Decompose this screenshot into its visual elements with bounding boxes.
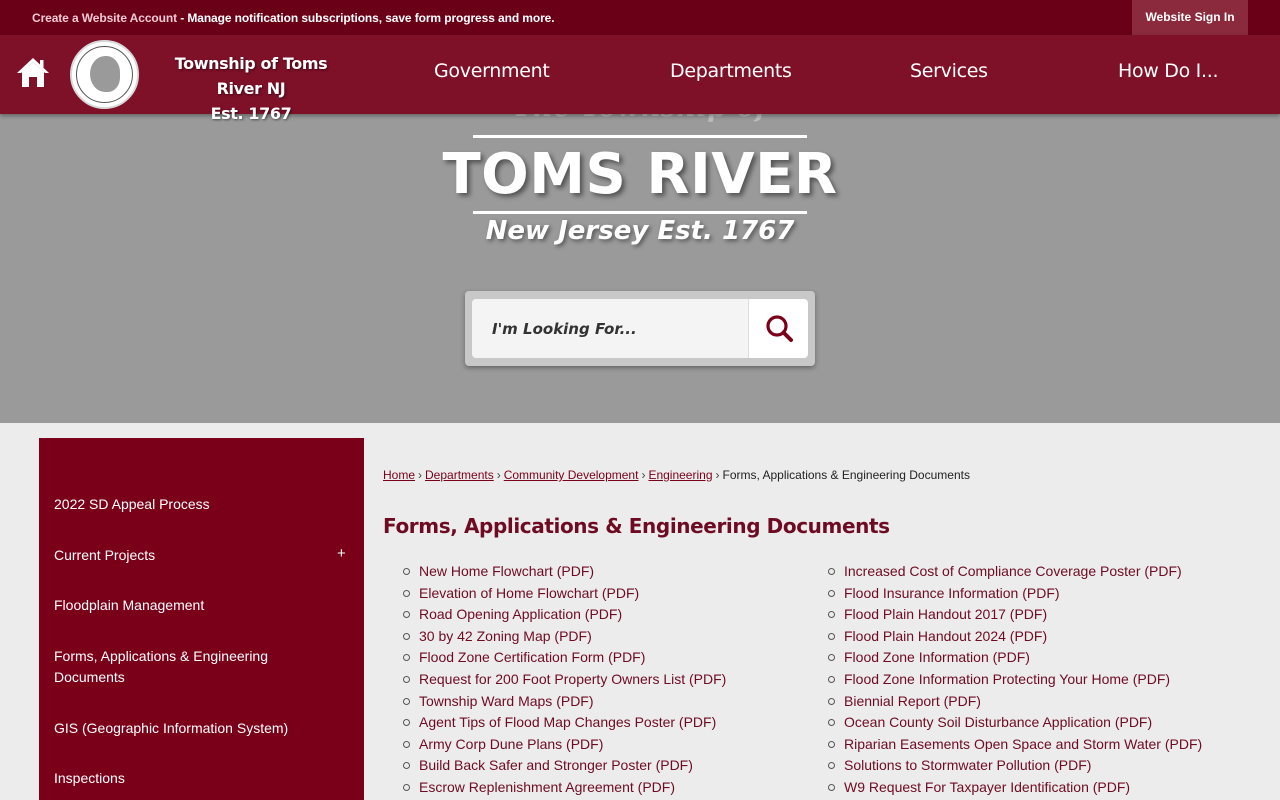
document-link[interactable]: Solutions to Stormwater Pollution (PDF): [844, 757, 1091, 773]
document-link[interactable]: 30 by 42 Zoning Map (PDF): [419, 628, 592, 644]
document-link[interactable]: Request for 200 Foot Property Owners Lis…: [419, 671, 726, 687]
sidebar-item-current-projects[interactable]: Current Projects: [54, 545, 354, 566]
document-link[interactable]: Township Ward Maps (PDF): [419, 693, 594, 709]
sign-in-button[interactable]: Website Sign In: [1132, 0, 1248, 35]
nav-how-do-i[interactable]: How Do I...: [1118, 60, 1219, 82]
document-list-item: Township Ward Maps (PDF): [403, 691, 819, 713]
brand-established: Est. 1767: [210, 104, 292, 123]
township-seal-logo[interactable]: [70, 40, 139, 109]
sidebar-nav: 2022 SD Appeal Process Current Projects …: [39, 438, 364, 800]
brand-name: Township of Toms River NJ: [174, 54, 328, 98]
document-list-item: Flood Plain Handout 2024 (PDF): [828, 626, 1264, 648]
document-list-right: Increased Cost of Compliance Coverage Po…: [828, 561, 1264, 799]
search-button[interactable]: [748, 299, 808, 358]
account-message: Create a Website Account - Manage notifi…: [32, 11, 555, 25]
document-list-item: Riparian Easements Open Space and Storm …: [828, 734, 1264, 756]
sidebar-item-floodplain[interactable]: Floodplain Management: [54, 595, 354, 616]
sidebar-item-inspections[interactable]: Inspections: [54, 768, 354, 789]
seal-portrait: [90, 56, 120, 92]
document-list-item: New Home Flowchart (PDF): [403, 561, 819, 583]
breadcrumb-separator: ›: [418, 468, 423, 482]
document-list-item: Build Back Safer and Stronger Poster (PD…: [403, 755, 819, 777]
document-list-item: Agent Tips of Flood Map Changes Poster (…: [403, 712, 819, 734]
document-list-item: Flood Zone Information Protecting Your H…: [828, 669, 1264, 691]
site-brand[interactable]: Township of Toms River NJ Est. 1767: [150, 51, 352, 126]
document-list-item: Flood Plain Handout 2017 (PDF): [828, 604, 1264, 626]
breadcrumb: Home › Departments › Community Development › E…: [383, 468, 970, 482]
search-icon: [766, 315, 793, 342]
home-icon[interactable]: [16, 56, 50, 88]
document-link[interactable]: Biennial Report (PDF): [844, 693, 981, 709]
breadcrumb-separator: ›: [715, 468, 720, 482]
breadcrumb-separator: ›: [496, 468, 501, 482]
document-link[interactable]: Flood Zone Information Protecting Your H…: [844, 671, 1170, 687]
document-link[interactable]: Flood Plain Handout 2017 (PDF): [844, 606, 1047, 622]
document-list-item: Ocean County Soil Disturbance Applicatio…: [828, 712, 1264, 734]
sidebar-item-forms[interactable]: Forms, Applications & Engineering Docume…: [54, 646, 304, 688]
create-account-link[interactable]: Create a Website Account: [32, 11, 177, 25]
breadcrumb-engineering[interactable]: Engineering: [648, 468, 712, 482]
document-list-item: Army Corp Dune Plans (PDF): [403, 734, 819, 756]
document-link[interactable]: Road Opening Application (PDF): [419, 606, 622, 622]
document-list-item: Elevation of Home Flowchart (PDF): [403, 583, 819, 605]
sidebar-item-sd-appeal[interactable]: 2022 SD Appeal Process: [54, 494, 354, 515]
document-list-item: W9 Request For Taxpayer Identification (…: [828, 777, 1264, 799]
document-link[interactable]: Ocean County Soil Disturbance Applicatio…: [844, 714, 1152, 730]
document-link[interactable]: Elevation of Home Flowchart (PDF): [419, 585, 639, 601]
breadcrumb-separator: ›: [641, 468, 646, 482]
document-link[interactable]: Flood Zone Certification Form (PDF): [419, 649, 645, 665]
document-list-item: Flood Zone Information (PDF): [828, 647, 1264, 669]
nav-departments[interactable]: Departments: [670, 60, 792, 82]
page-title: Forms, Applications & Engineering Docume…: [383, 514, 890, 538]
document-list-item: 30 by 42 Zoning Map (PDF): [403, 626, 819, 648]
document-list-item: Escrow Replenishment Agreement (PDF): [403, 777, 819, 799]
hero-banner: The Township of TOMS RIVER New Jersey Es…: [0, 92, 1280, 423]
search-box: [465, 291, 815, 366]
account-description: - Manage notification subscriptions, sav…: [176, 11, 555, 25]
document-list-item: Increased Cost of Compliance Coverage Po…: [828, 561, 1264, 583]
document-link[interactable]: New Home Flowchart (PDF): [419, 563, 594, 579]
nav-government[interactable]: Government: [434, 60, 550, 82]
document-list-left: New Home Flowchart (PDF) Elevation of Hom…: [403, 561, 819, 799]
sidebar-item-gis[interactable]: GIS (Geographic Information System): [54, 718, 354, 739]
document-link[interactable]: Increased Cost of Compliance Coverage Po…: [844, 563, 1182, 579]
document-link[interactable]: Army Corp Dune Plans (PDF): [419, 736, 603, 752]
expand-plus-icon[interactable]: +: [337, 545, 346, 562]
hero-subtitle: New Jersey Est. 1767: [485, 216, 795, 246]
utility-bar: Create a Website Account - Manage notifi…: [0, 0, 1280, 35]
document-link[interactable]: Flood Plain Handout 2024 (PDF): [844, 628, 1047, 644]
breadcrumb-departments[interactable]: Departments: [425, 468, 494, 482]
document-list-item: Biennial Report (PDF): [828, 691, 1264, 713]
document-list-item: Request for 200 Foot Property Owners Lis…: [403, 669, 819, 691]
breadcrumb-community-development[interactable]: Community Development: [504, 468, 639, 482]
document-list-item: Road Opening Application (PDF): [403, 604, 819, 626]
nav-services[interactable]: Services: [910, 60, 988, 82]
document-link[interactable]: Flood Zone Information (PDF): [844, 649, 1030, 665]
document-link[interactable]: Riparian Easements Open Space and Storm …: [844, 736, 1202, 752]
search-input[interactable]: [472, 299, 748, 358]
hero-divider-top: [473, 135, 807, 138]
hero-title: TOMS RIVER: [442, 142, 838, 207]
document-link[interactable]: Flood Insurance Information (PDF): [844, 585, 1060, 601]
document-link[interactable]: W9 Request For Taxpayer Identification (…: [844, 779, 1130, 795]
breadcrumb-current: Forms, Applications & Engineering Docume…: [722, 468, 970, 482]
breadcrumb-home[interactable]: Home: [383, 468, 415, 482]
document-link[interactable]: Build Back Safer and Stronger Poster (PD…: [419, 757, 693, 773]
site-header: Township of Toms River NJ Est. 1767 Gove…: [0, 35, 1280, 123]
document-link[interactable]: Agent Tips of Flood Map Changes Poster (…: [419, 714, 716, 730]
document-link[interactable]: Escrow Replenishment Agreement (PDF): [419, 779, 675, 795]
document-list-item: Flood Zone Certification Form (PDF): [403, 647, 819, 669]
hero-divider-bottom: [473, 211, 807, 214]
document-list-item: Solutions to Stormwater Pollution (PDF): [828, 755, 1264, 777]
document-list-item: Flood Insurance Information (PDF): [828, 583, 1264, 605]
